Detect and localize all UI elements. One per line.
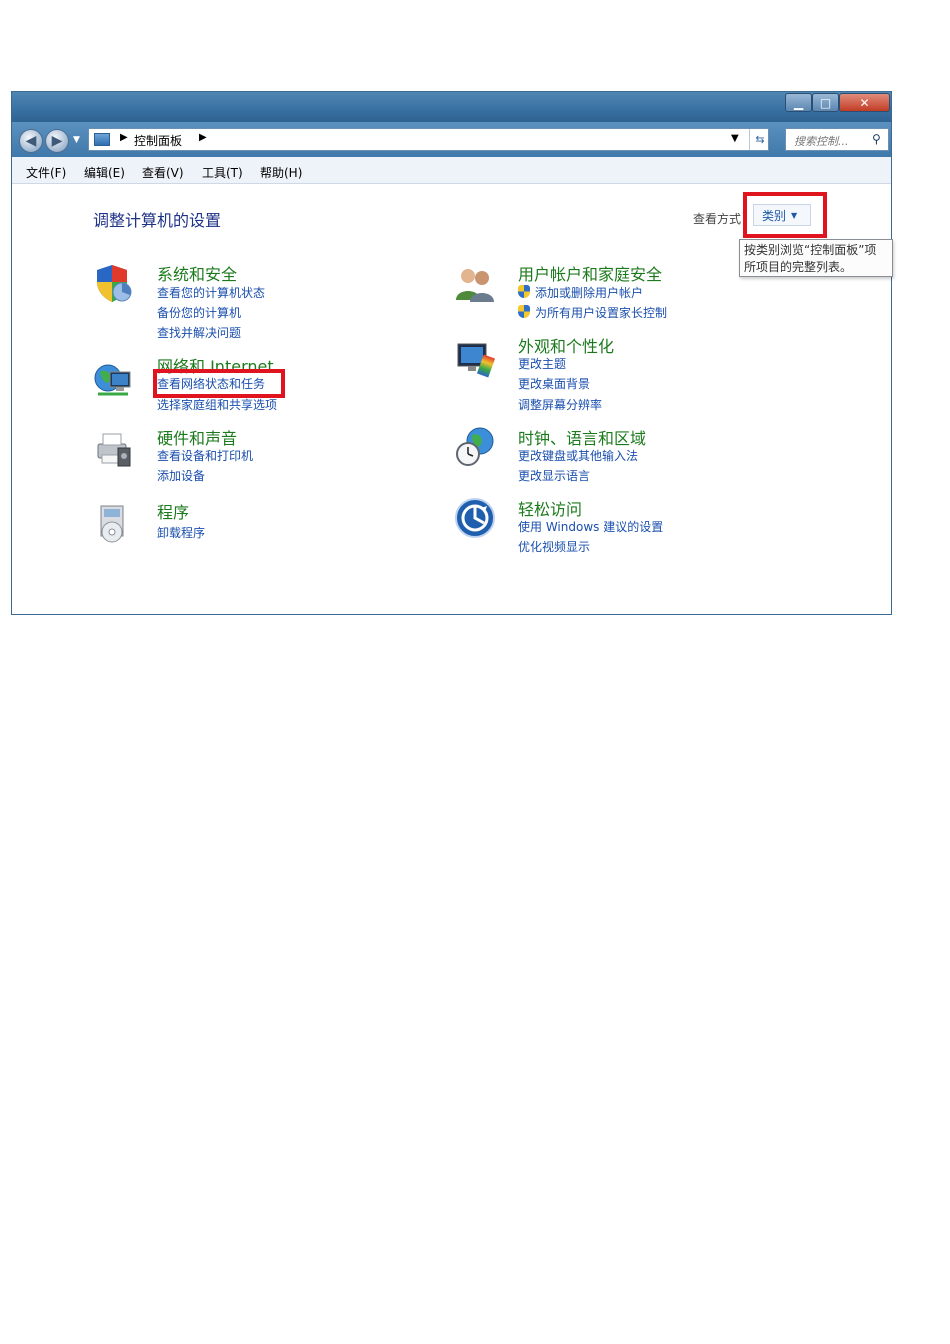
breadcrumb-chevron-icon[interactable]: ▶ (199, 132, 207, 143)
tooltip-line: 所项目的完整列表。 (744, 260, 853, 274)
link-view-devices-printers[interactable]: 查看设备和打印机 (157, 447, 253, 464)
users-icon (456, 269, 494, 302)
network-globe-icon (94, 364, 131, 396)
link-optimize-display[interactable]: 优化视频显示 (518, 538, 590, 555)
uac-shield-icon (518, 285, 530, 298)
link-change-desktop-background[interactable]: 更改桌面背景 (518, 375, 590, 392)
view-by-tooltip: 按类别浏览“控制面板”项 所项目的完整列表。 (739, 239, 893, 277)
control-panel-window: ▁ □ ✕ ◀ ▶ ▼ ▶ 控制面板 ▶ ▼ ⇆ 搜索控制... ⚲ 文件(F)… (11, 91, 893, 615)
ease-of-access-icon (455, 498, 495, 538)
back-button[interactable]: ◀ (19, 129, 43, 153)
category-title-appearance[interactable]: 外观和个性化 (518, 333, 614, 357)
link-add-remove-accounts[interactable]: 添加或删除用户帐户 (518, 284, 643, 301)
clock-globe-icon (456, 427, 494, 466)
menu-bar: 文件(F) 编辑(E) 查看(V) 工具(T) 帮助(H) (12, 157, 891, 184)
link-change-keyboard[interactable]: 更改键盘或其他输入法 (518, 447, 638, 464)
link-add-device[interactable]: 添加设备 (157, 467, 205, 484)
shield-icon (97, 265, 132, 302)
link-recommended-settings[interactable]: 使用 Windows 建议的设置 (518, 518, 663, 535)
close-button[interactable]: ✕ (839, 93, 890, 112)
link-change-theme[interactable]: 更改主题 (518, 355, 566, 372)
uac-shield-icon (518, 305, 530, 318)
link-adjust-resolution[interactable]: 调整屏幕分辨率 (518, 396, 602, 413)
link-homegroup-sharing[interactable]: 选择家庭组和共享选项 (157, 396, 277, 413)
menu-file[interactable]: 文件(F) (26, 164, 66, 181)
forward-button[interactable]: ▶ (45, 129, 69, 153)
breadcrumb-chevron-icon[interactable]: ▶ (120, 132, 128, 143)
category-title-programs[interactable]: 程序 (157, 499, 189, 523)
link-troubleshoot[interactable]: 查找并解决问题 (157, 324, 241, 341)
category-title-user-accounts[interactable]: 用户帐户和家庭安全 (518, 261, 662, 285)
highlight-box-network-status (153, 369, 285, 398)
address-bar[interactable]: ▶ 控制面板 ▶ ▼ ⇆ (88, 128, 769, 151)
link-parental-controls[interactable]: 为所有用户设置家长控制 (518, 304, 667, 321)
search-input[interactable]: 搜索控制... ⚲ (785, 128, 889, 151)
link-label: 添加或删除用户帐户 (535, 286, 644, 300)
maximize-button[interactable]: □ (812, 93, 839, 112)
category-title-hardware-sound[interactable]: 硬件和声音 (157, 425, 237, 449)
category-title-clock-region[interactable]: 时钟、语言和区域 (518, 425, 646, 449)
title-bar[interactable]: ▁ □ ✕ (12, 92, 891, 122)
link-change-display-language[interactable]: 更改显示语言 (518, 467, 590, 484)
link-label: 为所有用户设置家长控制 (535, 306, 668, 320)
menu-view[interactable]: 查看(V) (142, 164, 184, 181)
highlight-box-view-by (743, 192, 827, 238)
search-icon[interactable]: ⚲ (872, 132, 881, 146)
menu-help[interactable]: 帮助(H) (260, 164, 302, 181)
programs-icon (100, 505, 124, 543)
menu-tools[interactable]: 工具(T) (202, 164, 243, 181)
refresh-button[interactable]: ⇆ (749, 129, 770, 150)
control-panel-icon (94, 133, 110, 146)
view-by-label: 查看方式 (693, 212, 742, 226)
category-title-system-security[interactable]: 系统和安全 (157, 261, 237, 285)
tooltip-line: 按类别浏览“控制面板”项 (744, 243, 877, 257)
page-title: 调整计算机的设置 (93, 211, 222, 230)
address-dropdown-icon[interactable]: ▼ (731, 133, 739, 144)
search-placeholder: 搜索控制... (794, 135, 849, 148)
link-backup-computer[interactable]: 备份您的计算机 (157, 304, 241, 321)
menu-edit[interactable]: 编辑(E) (84, 164, 125, 181)
minimize-button[interactable]: ▁ (785, 93, 812, 112)
monitor-icon (457, 343, 496, 378)
link-uninstall-program[interactable]: 卸载程序 (157, 524, 205, 541)
category-title-ease-of-access[interactable]: 轻松访问 (518, 496, 582, 520)
link-view-computer-status[interactable]: 查看您的计算机状态 (157, 284, 265, 301)
breadcrumb-control-panel[interactable]: 控制面板 (134, 132, 182, 149)
navigation-bar: ◀ ▶ ▼ ▶ 控制面板 ▶ ▼ ⇆ 搜索控制... ⚲ (12, 122, 891, 157)
recent-pages-dropdown[interactable]: ▼ (73, 135, 80, 145)
printer-icon (97, 433, 131, 467)
